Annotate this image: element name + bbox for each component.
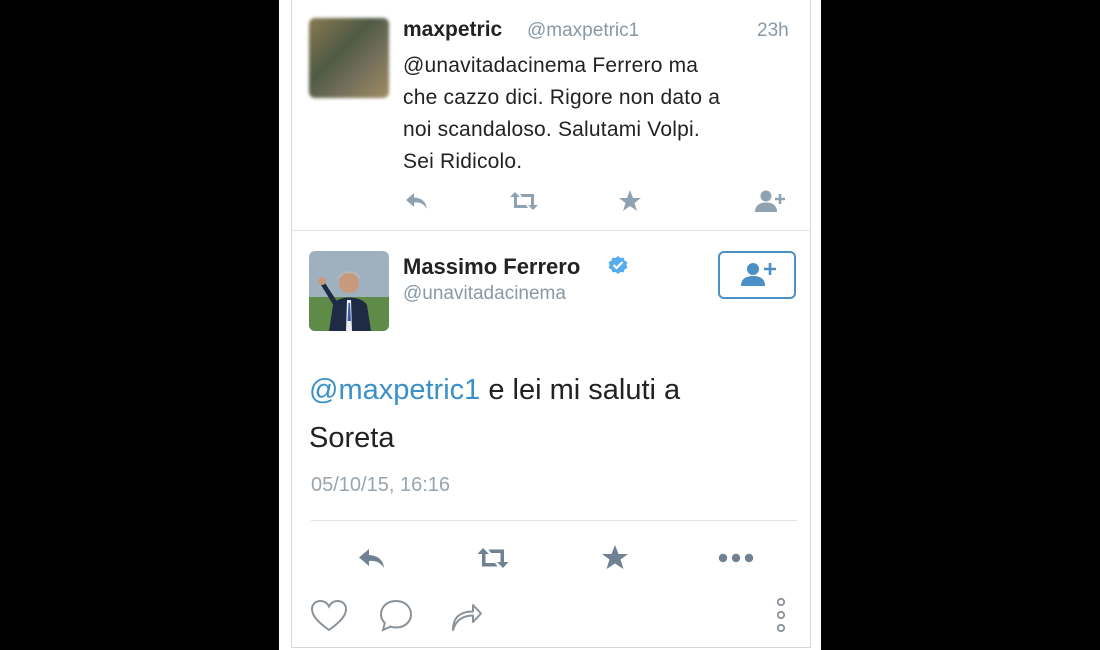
avatar[interactable] xyxy=(309,251,389,331)
tweet-text-line: che cazzo dici. Rigore non dato a xyxy=(403,86,721,109)
follow-icon[interactable] xyxy=(752,186,788,216)
tweet-text: @unavitadacinema Ferrero ma che cazzo di… xyxy=(403,50,803,178)
more-icon[interactable] xyxy=(716,542,756,574)
tweet-text: @maxpetric1 e lei mi saluti a Soreta xyxy=(309,366,779,462)
follow-button[interactable] xyxy=(718,251,796,299)
favorite-icon[interactable] xyxy=(615,186,645,216)
author-name[interactable]: Massimo Ferrero xyxy=(403,254,580,280)
avatar[interactable] xyxy=(309,18,389,98)
share-icon[interactable] xyxy=(445,596,487,636)
tweet-text-line: Sei Ridicolo. xyxy=(403,150,523,173)
tweet-text-line: noi scandaloso. Salutami Volpi. xyxy=(403,118,700,141)
tweet-text-line: e lei mi saluti a xyxy=(480,374,681,406)
comment-icon[interactable] xyxy=(375,596,417,636)
author-handle[interactable]: @maxpetric1 xyxy=(527,20,639,42)
verified-badge-icon xyxy=(607,254,629,276)
menu-icon[interactable] xyxy=(771,596,791,636)
tweet-text-line: @unavitadacinema Ferrero ma xyxy=(403,54,699,77)
reply-icon[interactable] xyxy=(355,542,389,574)
divider xyxy=(291,230,811,231)
tweet-text-line: Soreta xyxy=(309,422,395,454)
reply-icon[interactable] xyxy=(402,186,432,216)
retweet-icon[interactable] xyxy=(474,542,512,574)
divider xyxy=(311,520,797,521)
tweet-screenshot: maxpetric @maxpetric1 23h @unavitadacine… xyxy=(279,0,821,650)
retweet-icon[interactable] xyxy=(507,186,541,216)
author-handle[interactable]: @unavitadacinema xyxy=(403,283,566,305)
tweet-timestamp[interactable]: 05/10/15, 16:16 xyxy=(311,474,450,497)
follow-icon xyxy=(741,263,776,286)
tweet-time: 23h xyxy=(757,20,789,41)
favorite-icon[interactable] xyxy=(598,542,632,574)
like-icon[interactable] xyxy=(308,596,350,636)
mention-link[interactable]: @maxpetric1 xyxy=(309,374,480,406)
author-name[interactable]: maxpetric xyxy=(403,18,502,42)
